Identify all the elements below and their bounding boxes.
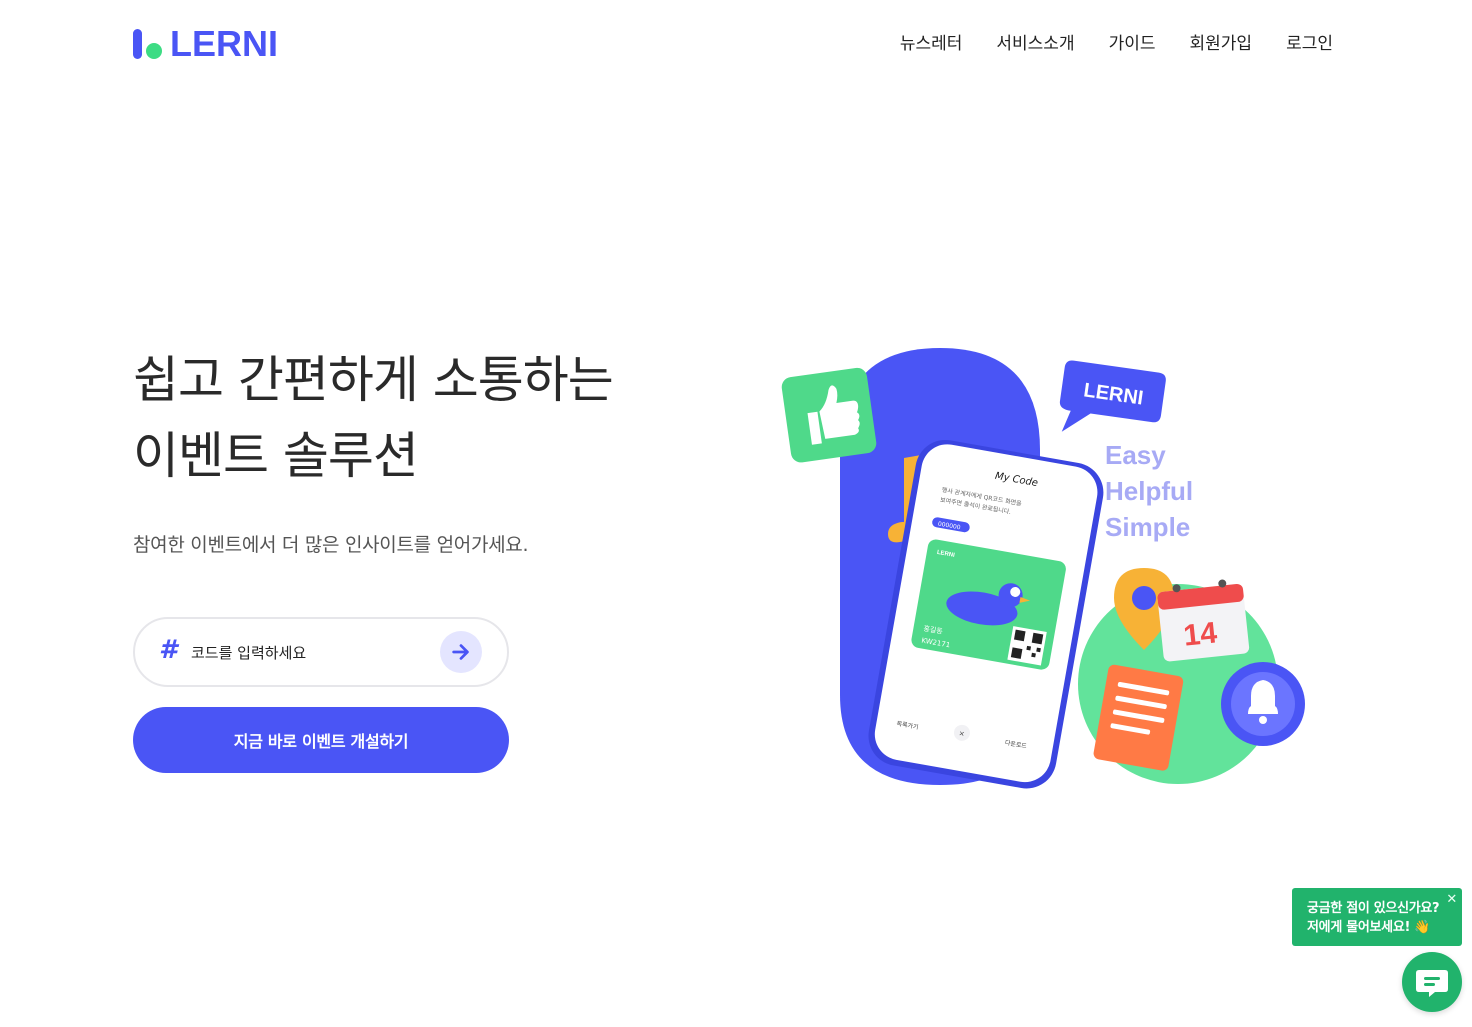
- event-code-box: #: [133, 617, 509, 687]
- nav-signup[interactable]: 회원가입: [1190, 29, 1253, 54]
- calendar-day: 14: [1182, 616, 1219, 652]
- chat-open-button[interactable]: [1402, 952, 1462, 1012]
- hero-illustration: My Code 행사 관계자에게 QR코드 화면을 보여주면 출석이 완료됩니다…: [781, 348, 1305, 789]
- bell-icon: [1221, 662, 1305, 746]
- hero-title-line2: 이벤트 솔루션: [133, 427, 419, 485]
- tagline-easy: Easy: [1105, 440, 1166, 470]
- site-header: LERNI 뉴스레터 서비스소개 가이드 회원가입 로그인: [0, 0, 1472, 88]
- event-code-input[interactable]: [191, 639, 431, 667]
- hash-icon: #: [159, 635, 178, 665]
- thumbs-up-icon: [781, 367, 877, 463]
- nav-service-intro[interactable]: 서비스소개: [996, 29, 1074, 54]
- chat-prompt-line2: 저에게 물어보세요! 👋: [1307, 920, 1431, 935]
- tagline-simple: Simple: [1105, 512, 1190, 542]
- chat-icon: [1416, 970, 1448, 997]
- logo-bar: [133, 29, 142, 59]
- hero-title: 쉽고 간편하게 소통하는 이벤트 솔루션: [133, 342, 614, 494]
- brand-logo[interactable]: LERNI: [133, 26, 278, 62]
- nav-guide[interactable]: 가이드: [1109, 29, 1156, 54]
- hero-subtitle: 참여한 이벤트에서 더 많은 인사이트를 얻어가세요.: [133, 534, 529, 556]
- hero-title-line1: 쉽고 간편하게 소통하는: [133, 351, 614, 409]
- logo-dot: [146, 43, 162, 59]
- main-nav: 뉴스레터 서비스소개 가이드 회원가입 로그인: [900, 29, 1333, 54]
- submit-code-button[interactable]: [440, 631, 482, 673]
- chat-prompt-line1: 궁금한 점이 있으신가요?: [1307, 901, 1440, 916]
- nav-login[interactable]: 로그인: [1286, 29, 1333, 54]
- arrow-right-icon: [452, 644, 469, 660]
- logo-wordmark: LERNI: [170, 23, 278, 64]
- create-event-button[interactable]: 지금 바로 이벤트 개설하기: [133, 707, 509, 773]
- nav-newsletter[interactable]: 뉴스레터: [900, 29, 963, 54]
- lerni-badge: LERNI: [1059, 360, 1166, 432]
- chat-prompt-bubble[interactable]: ✕ 궁금한 점이 있으신가요? 저에게 물어보세요! 👋: [1292, 888, 1462, 946]
- tagline-helpful: Helpful: [1105, 476, 1193, 506]
- close-icon[interactable]: ✕: [1446, 890, 1457, 909]
